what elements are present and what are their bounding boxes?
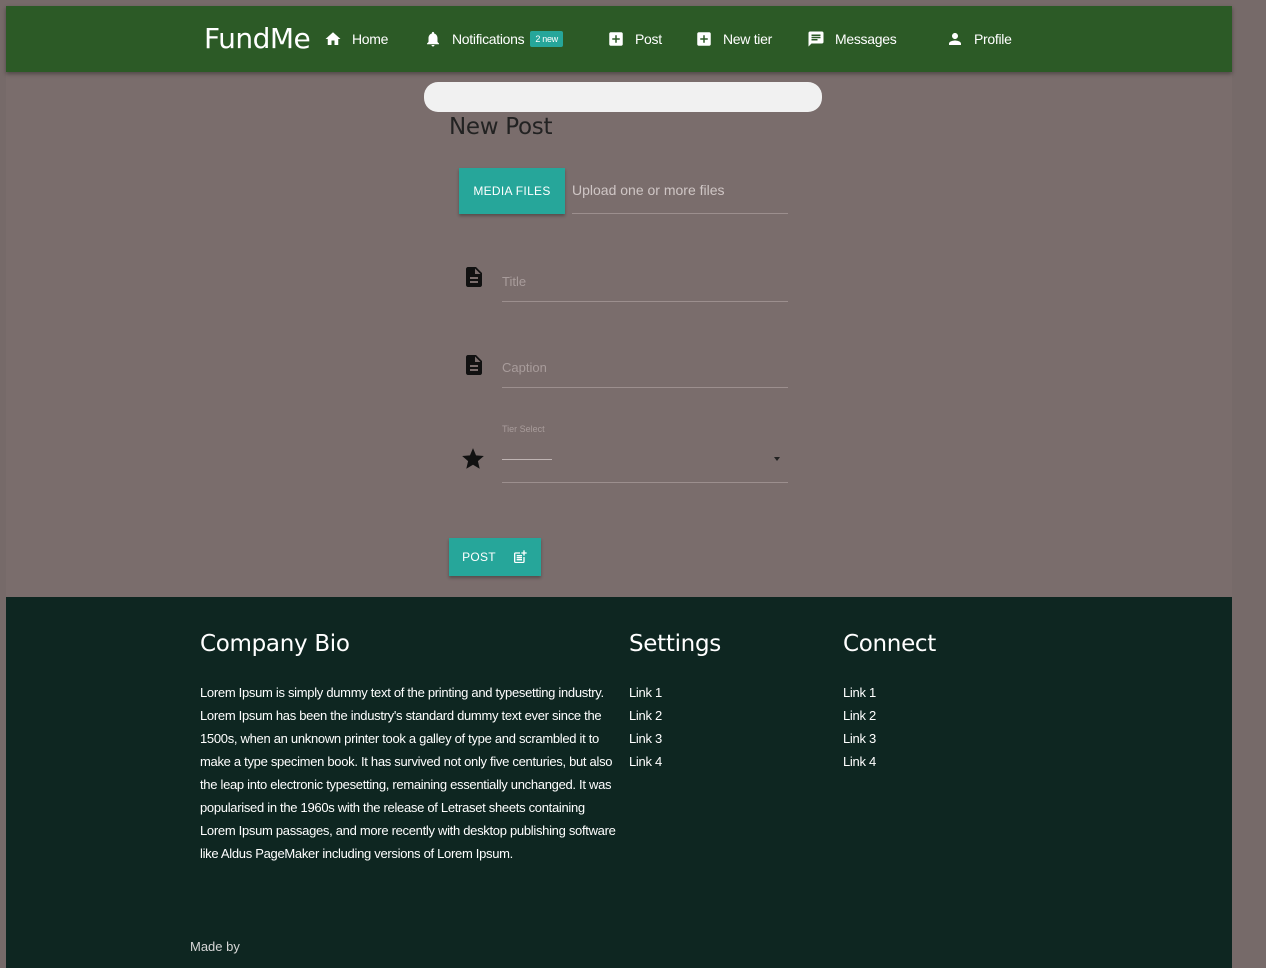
settings-link-3[interactable]: Link 3 <box>629 727 662 750</box>
made-by-text: Made by <box>190 939 240 954</box>
settings-link-2[interactable]: Link 2 <box>629 704 662 727</box>
tier-select-value <box>502 459 552 460</box>
post-button[interactable]: POST <box>449 538 541 576</box>
document-icon <box>466 267 482 287</box>
top-search-bar[interactable] <box>424 82 822 112</box>
media-files-button[interactable]: MEDIA FILES <box>459 168 565 214</box>
nav-notifications[interactable]: Notifications 2 new <box>424 6 563 72</box>
document-icon <box>466 355 482 375</box>
connect-link-2[interactable]: Link 2 <box>843 704 876 727</box>
settings-link-4[interactable]: Link 4 <box>629 750 662 773</box>
message-icon <box>808 31 824 47</box>
nav-new-tier-label: New tier <box>723 31 772 47</box>
add-box-icon <box>609 32 623 46</box>
connect-link-1[interactable]: Link 1 <box>843 681 876 704</box>
nav-messages-label: Messages <box>835 31 897 47</box>
connect-link-3[interactable]: Link 3 <box>843 727 876 750</box>
connect-link-4[interactable]: Link 4 <box>843 750 876 773</box>
tier-select-dropdown[interactable] <box>502 440 788 483</box>
connect-heading: Connect <box>843 631 936 657</box>
dropdown-caret-icon <box>774 457 780 461</box>
brand-logo[interactable]: FundMe <box>204 22 311 55</box>
nav-post-label: Post <box>635 31 662 47</box>
post-add-icon <box>513 550 527 563</box>
settings-links: Link 1 Link 2 Link 3 Link 4 <box>629 681 662 773</box>
navbar: FundMe Home Notifications 2 new Post New… <box>6 6 1232 72</box>
star-icon <box>462 448 484 469</box>
company-bio-text: Lorem Ipsum is simply dummy text of the … <box>200 685 616 861</box>
settings-link-1[interactable]: Link 1 <box>629 681 662 704</box>
notifications-badge: 2 new <box>530 31 563 47</box>
person-icon <box>949 33 961 45</box>
nav-post[interactable]: Post <box>607 6 662 72</box>
settings-heading: Settings <box>629 631 721 657</box>
caption-input[interactable] <box>502 348 788 388</box>
page-title: New Post <box>449 114 553 140</box>
add-box-icon <box>697 32 711 46</box>
connect-links: Link 1 Link 2 Link 3 Link 4 <box>843 681 876 773</box>
bell-icon <box>427 31 439 47</box>
post-button-label: POST <box>462 550 496 564</box>
home-icon <box>325 32 341 45</box>
nav-new-tier[interactable]: New tier <box>695 6 772 72</box>
nav-messages[interactable]: Messages <box>807 6 897 72</box>
nav-notifications-label: Notifications <box>452 31 525 47</box>
nav-profile-label: Profile <box>974 31 1012 47</box>
tier-select-label: Tier Select <box>502 424 545 434</box>
file-path-field[interactable]: Upload one or more files <box>572 178 788 214</box>
nav-home-label: Home <box>352 31 389 47</box>
nav-home[interactable]: Home <box>324 6 388 72</box>
company-bio-heading: Company Bio <box>200 631 350 657</box>
nav-profile[interactable]: Profile <box>946 6 1012 72</box>
footer: Company Bio Lorem Ipsum is simply dummy … <box>6 597 1232 968</box>
title-input[interactable] <box>502 262 788 302</box>
